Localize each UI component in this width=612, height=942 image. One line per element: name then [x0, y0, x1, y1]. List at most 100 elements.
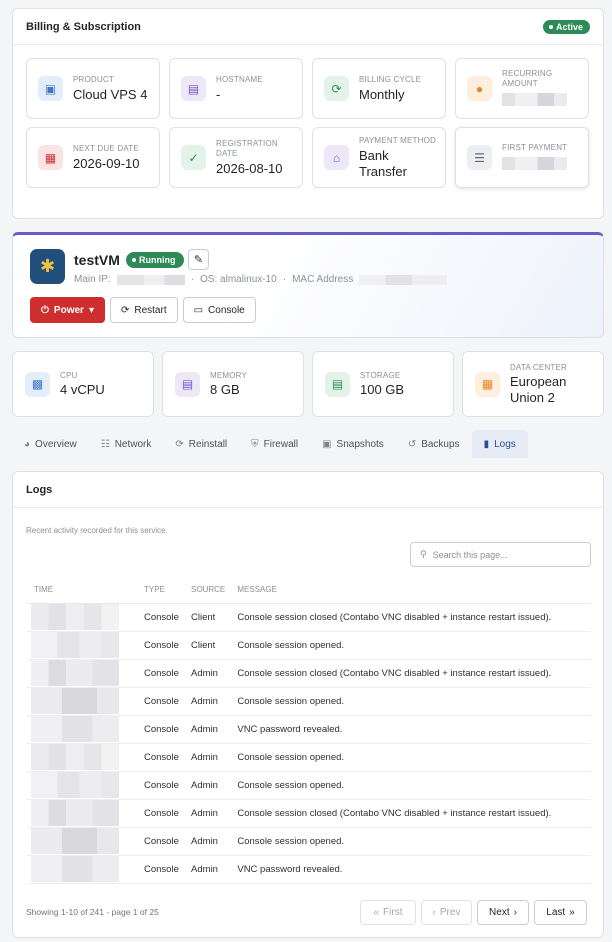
info-recurring-amount: ● RECURRING AMOUNT — [455, 58, 589, 119]
info-payment-method: ⌂ PAYMENT METHOD Bank Transfer — [312, 127, 446, 188]
tab-reinstall[interactable]: ⟳ Reinstall — [163, 430, 239, 458]
power-button[interactable]: ⏻ Power ▾ — [30, 297, 105, 323]
type-cell: Console — [137, 799, 185, 828]
tab-snapshots[interactable]: ▣ Snapshots — [310, 430, 396, 458]
vm-actions: ⏻ Power ▾ ⟳ Restart ▭ Console — [30, 297, 256, 323]
source-cell: Admin — [184, 659, 231, 688]
tab-bar: ◕ Overview ☷ Network ⟳ Reinstall ⛨ Firewall … — [12, 430, 604, 458]
type-cell: Console — [137, 855, 185, 884]
next-page-button[interactable]: Next › — [477, 900, 529, 925]
spec-storage: ▤ STORAGE 100 GB — [312, 351, 454, 417]
time-cell — [27, 631, 137, 660]
cube-icon: ▣ — [38, 76, 63, 101]
coins-icon: ● — [467, 76, 492, 101]
table-row: Console Client Console session opened. — [27, 631, 591, 660]
console-button[interactable]: ▭ Console — [182, 297, 256, 323]
type-cell: Console — [137, 659, 185, 688]
time-cell — [27, 687, 137, 716]
tab-logs[interactable]: ▮ Logs — [471, 430, 528, 458]
source-cell: Admin — [184, 771, 231, 800]
message-cell: Console session closed (Contabo VNC disa… — [230, 659, 591, 688]
source-cell: Client — [184, 631, 231, 660]
table-row: Console Admin Console session opened. — [27, 743, 591, 772]
info-first-payment: ☰ FIRST PAYMENT — [455, 127, 589, 188]
table-row: Console Admin VNC password revealed. — [27, 855, 591, 884]
table-row: Console Admin Console session opened. — [27, 827, 591, 856]
table-header-row: TIME TYPE SOURCE MESSAGE — [27, 576, 591, 604]
redacted-time — [31, 744, 119, 770]
type-cell: Console — [137, 631, 185, 660]
cpu-icon: ▩ — [25, 371, 50, 397]
caret-down-icon: ▾ — [88, 304, 94, 316]
time-cell — [27, 827, 137, 856]
redacted-mac — [359, 274, 448, 285]
table-row: Console Admin Console session closed (Cont… — [27, 659, 591, 688]
pencil-icon: ✎ — [193, 254, 204, 266]
calendar-check-icon: ✓ — [181, 145, 206, 170]
tab-backups[interactable]: ↺ Backups — [396, 430, 472, 458]
message-cell: Console session opened. — [230, 631, 591, 660]
redacted-time — [31, 856, 119, 882]
logs-table: TIME TYPE SOURCE MESSAGE Console Client Co… — [27, 576, 591, 884]
refresh-icon: ⟳ — [324, 76, 349, 101]
table-row: Console Admin Console session opened. — [27, 771, 591, 800]
running-badge: Running — [126, 252, 184, 268]
last-page-button[interactable]: Last» — [534, 900, 587, 925]
source-cell: Admin — [184, 827, 231, 856]
logs-header: Logs — [13, 472, 603, 508]
info-product: ▣ PRODUCT Cloud VPS 4 — [26, 58, 160, 119]
camera-icon: ▣ — [322, 438, 332, 450]
time-cell — [27, 771, 137, 800]
time-cell — [27, 743, 137, 772]
restart-button[interactable]: ⟳ Restart — [109, 297, 178, 323]
pagination-info: Showing 1-10 of 241 - page 1 of 25 — [26, 907, 159, 917]
building-icon: ▦ — [475, 371, 500, 397]
table-row: Console Client Console session closed (Con… — [27, 603, 591, 632]
prev-page-button[interactable]: ‹ Prev — [421, 900, 472, 925]
chevron-left-icon: ‹ — [432, 907, 436, 918]
info-registration-date: ✓ REGISTRATION DATE 2026-08-10 — [169, 127, 303, 188]
redacted-time — [31, 828, 119, 854]
file-icon: ▮ — [483, 438, 490, 450]
info-billing-cycle: ⟳ BILLING CYCLE Monthly — [312, 58, 446, 119]
source-cell: Admin — [184, 687, 231, 716]
refresh-icon: ⟳ — [120, 304, 130, 316]
source-cell: Client — [184, 603, 231, 632]
vm-logo-icon: ✱ — [30, 249, 65, 284]
source-cell: Admin — [184, 715, 231, 744]
storage-icon: ▤ — [325, 371, 350, 397]
memory-icon: ▤ — [175, 371, 200, 397]
billing-header: Billing & Subscription Active — [13, 9, 603, 45]
vm-card: ✱ testVM Running ✎ Main IP: · OS: almali… — [12, 232, 604, 338]
message-cell: Console session opened. — [230, 687, 591, 716]
tab-overview[interactable]: ◕ Overview — [12, 430, 89, 458]
redacted-value — [502, 156, 567, 170]
monitor-icon: ▭ — [193, 304, 204, 316]
billing-grid: ▣ PRODUCT Cloud VPS 4 ▤ HOSTNAME - ⟳ BILLI… — [26, 58, 589, 188]
type-cell: Console — [137, 715, 185, 744]
type-cell: Console — [137, 687, 185, 716]
message-cell: VNC password revealed. — [230, 855, 591, 884]
table-row: Console Admin VNC password revealed. — [27, 715, 591, 744]
receipt-icon: ☰ — [467, 145, 492, 170]
gauge-icon: ◕ — [24, 438, 31, 450]
table-row: Console Admin Console session closed (Cont… — [27, 799, 591, 828]
mac-label: MAC Address — [292, 274, 354, 285]
edit-name-button[interactable]: ✎ — [188, 249, 209, 270]
search-input[interactable]: ⚲ Search this page... — [410, 542, 591, 567]
type-cell: Console — [137, 771, 185, 800]
type-cell: Console — [137, 827, 185, 856]
tab-network[interactable]: ☷ Network — [89, 430, 164, 458]
chevron-right-icon: › — [513, 907, 517, 918]
type-cell: Console — [137, 743, 185, 772]
server-icon: ▤ — [181, 76, 206, 101]
source-cell: Admin — [184, 743, 231, 772]
spec-memory: ▤ MEMORY 8 GB — [162, 351, 304, 417]
power-icon: ⏻ — [41, 304, 49, 316]
tab-firewall[interactable]: ⛨ Firewall — [239, 430, 310, 458]
spec-data-center: ▦ DATA CENTER European Union 2 — [462, 351, 604, 417]
redacted-time — [31, 688, 119, 714]
billing-title: Billing & Subscription — [26, 20, 141, 33]
logs-title: Logs — [26, 483, 53, 496]
first-page-button[interactable]: «First — [360, 900, 416, 925]
